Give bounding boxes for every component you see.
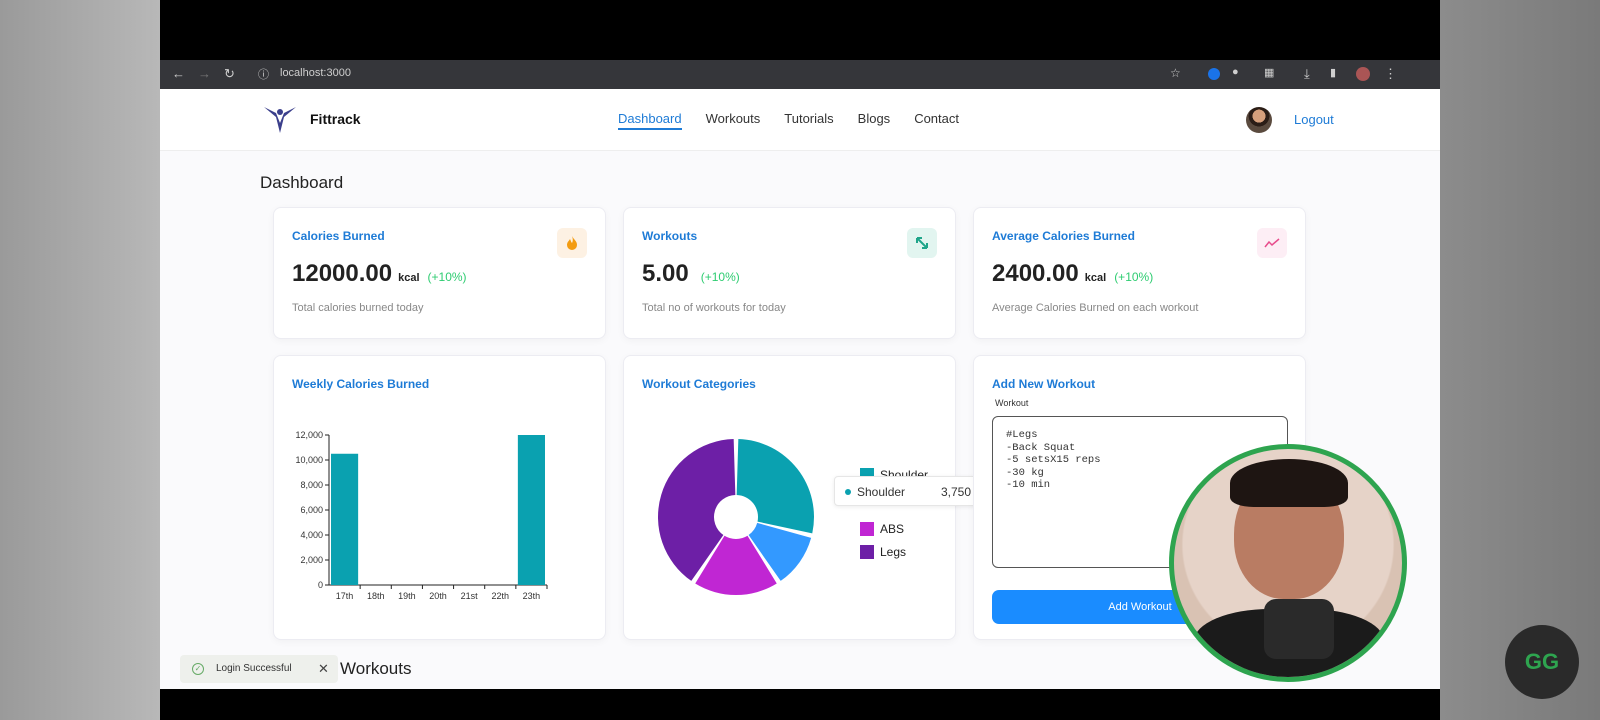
card-value: 5.00 (+10%) xyxy=(642,260,740,288)
sidepanel-icon[interactable]: ▮ xyxy=(1330,66,1336,79)
card-value: 12000.00 kcal (+10%) xyxy=(292,260,467,288)
card-title: Add New Workout xyxy=(992,377,1096,391)
avatar[interactable] xyxy=(1246,107,1272,133)
trend-line-icon xyxy=(1257,228,1287,258)
gfg-logo-icon: GG xyxy=(1505,625,1579,699)
stat-card-calories: Calories Burned 12000.00 kcal (+10%) Total… xyxy=(273,207,606,339)
cookie-icon[interactable]: ● xyxy=(1232,66,1239,78)
card-desc: Total no of workouts for today xyxy=(642,302,786,314)
unit-text: kcal xyxy=(398,272,420,284)
x-tick-label: 23th xyxy=(523,591,541,601)
fire-icon xyxy=(557,228,587,258)
stat-card-workouts: Workouts 5.00 (+10%) Total no of workouts… xyxy=(623,207,956,339)
slice-shoulder[interactable] xyxy=(736,439,814,534)
card-title: Workouts xyxy=(642,229,698,243)
change-text: (+10%) xyxy=(427,270,467,284)
nav-dashboard[interactable]: Dashboard xyxy=(618,111,682,130)
browser-toolbar: ← → ↻ ⓘ localhost:3000 ☆ ● ▦ ⤓ ▮ ⋮ xyxy=(160,60,1440,89)
unit-text: kcal xyxy=(1084,272,1107,284)
video-background-right xyxy=(1440,0,1600,720)
section-heading-workouts: Workouts xyxy=(340,659,412,678)
legend-label-legs: Legs xyxy=(880,545,906,559)
weekly-calories-card: Weekly Calories Burned 0 2,000 4,000 6,000 8… xyxy=(273,355,606,640)
legend-swatch-legs xyxy=(860,545,874,559)
brand-name: Fittrack xyxy=(310,111,361,127)
workout-label: Workout xyxy=(995,398,1029,408)
workout-categories-card: Workout Categories Shoulder ABS Legs Shoul… xyxy=(623,355,982,640)
y-tick-label: 10,000 xyxy=(295,455,323,465)
menu-icon[interactable]: ⋮ xyxy=(1384,66,1397,82)
pie-chart: Shoulder ABS Legs xyxy=(658,439,928,595)
bar-23th[interactable] xyxy=(517,435,545,585)
tooltip-label: Shoulder xyxy=(857,485,906,499)
profile-icon[interactable] xyxy=(1356,67,1370,81)
y-tick-label: 4,000 xyxy=(300,530,323,540)
webcam-overlay xyxy=(1169,444,1407,682)
download-icon[interactable]: ⤓ xyxy=(1304,66,1310,82)
bar-17th[interactable] xyxy=(331,453,359,585)
microphone-icon xyxy=(1264,599,1334,659)
nav-tutorials[interactable]: Tutorials xyxy=(784,111,833,130)
nav-links: Dashboard Workouts Tutorials Blogs Conta… xyxy=(618,111,959,130)
address-bar[interactable]: localhost:3000 xyxy=(280,67,351,79)
reload-icon[interactable]: ↻ xyxy=(224,66,235,82)
nav-workouts[interactable]: Workouts xyxy=(706,111,761,130)
check-icon: ✓ xyxy=(192,663,204,675)
logo-icon xyxy=(264,107,296,133)
card-desc: Total calories burned today xyxy=(292,302,424,314)
value-text: 5.00 xyxy=(642,260,689,287)
y-tick-label: 12,000 xyxy=(295,430,323,440)
legend-swatch-abs xyxy=(860,522,874,536)
card-title: Calories Burned xyxy=(292,229,385,243)
forward-icon[interactable]: → xyxy=(198,66,211,81)
toast-text: Login Successful xyxy=(216,663,292,674)
card-title: Workout Categories xyxy=(642,377,756,391)
x-tick-label: 19th xyxy=(398,591,416,601)
logout-link[interactable]: Logout xyxy=(1294,112,1334,127)
hair-shape xyxy=(1230,459,1348,507)
star-icon[interactable]: ☆ xyxy=(1170,66,1181,80)
page-title: Dashboard xyxy=(260,173,344,192)
y-tick-label: 2,000 xyxy=(300,555,323,565)
bar-chart: 0 2,000 4,000 6,000 8,000 10,000 12,000 17th 18t… xyxy=(295,430,548,601)
value-text: 2400.00 xyxy=(992,260,1079,287)
close-icon[interactable]: ✕ xyxy=(318,661,329,677)
info-icon[interactable]: ⓘ xyxy=(258,66,269,82)
arrows-diagonal-icon xyxy=(907,228,937,258)
navbar: Fittrack Dashboard Workouts Tutorials Bl… xyxy=(160,89,1440,151)
extension-icon[interactable] xyxy=(1208,68,1220,80)
card-desc: Average Calories Burned on each workout xyxy=(992,302,1199,314)
video-background-left xyxy=(0,0,160,720)
back-icon[interactable]: ← xyxy=(172,66,185,81)
chart-tooltip: Shoulder 3,750 xyxy=(834,476,982,506)
change-text: (+10%) xyxy=(700,270,740,284)
x-tick-label: 22th xyxy=(492,591,510,601)
card-title: Weekly Calories Burned xyxy=(292,377,430,391)
legend-label-abs: ABS xyxy=(880,522,904,536)
y-tick-label: 8,000 xyxy=(300,480,323,490)
change-text: (+10%) xyxy=(1114,270,1154,284)
stat-card-average: Average Calories Burned 2400.00 kcal (+10%… xyxy=(973,207,1306,339)
nav-contact[interactable]: Contact xyxy=(914,111,959,130)
y-tick-label: 0 xyxy=(318,580,323,590)
x-tick-label: 17th xyxy=(336,591,354,601)
video-frame: ← → ↻ ⓘ localhost:3000 ☆ ● ▦ ⤓ ▮ ⋮ Fittr… xyxy=(160,0,1440,720)
card-value: 2400.00 kcal (+10%) xyxy=(992,260,1153,288)
nav-blogs[interactable]: Blogs xyxy=(858,111,891,130)
toast-login-success: ✓ Login Successful ✕ xyxy=(180,655,338,683)
value-text: 12000.00 xyxy=(292,260,393,287)
x-tick-label: 18th xyxy=(367,591,385,601)
card-title: Average Calories Burned xyxy=(992,229,1135,243)
tooltip-value: 3,750 xyxy=(940,485,971,499)
puzzle-icon[interactable]: ▦ xyxy=(1264,66,1274,79)
x-tick-label: 21st xyxy=(461,591,479,601)
y-tick-label: 6,000 xyxy=(300,505,323,515)
x-tick-label: 20th xyxy=(429,591,447,601)
tooltip-dot xyxy=(845,489,851,495)
